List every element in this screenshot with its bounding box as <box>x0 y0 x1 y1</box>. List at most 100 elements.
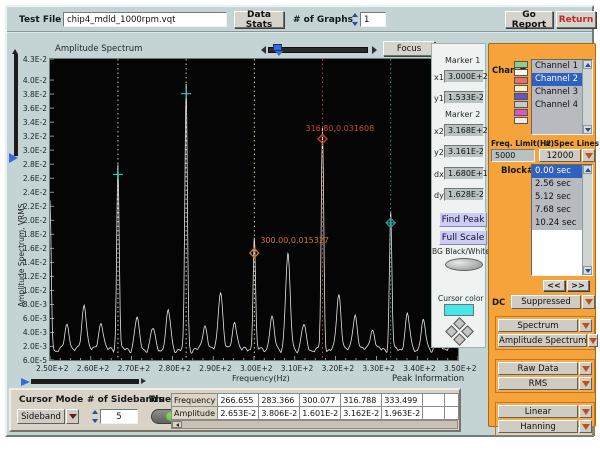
peak-table-cell: 3.806E-2 <box>259 407 300 420</box>
ring-hanning[interactable]: Hanning <box>498 420 592 433</box>
y2-value[interactable]: 3.161E-2 <box>444 145 484 158</box>
ring-dropdown-icon[interactable] <box>579 362 592 375</box>
x2-value[interactable]: 3.168E+2 <box>444 124 484 137</box>
sidebands-down-icon[interactable] <box>92 419 98 423</box>
peak-table-scroll-left-icon[interactable] <box>172 421 182 428</box>
bottom-bar: Cursor Mode Sideband # of Sidebands 5 Tr… <box>9 388 461 432</box>
block-item-1[interactable]: 2.56 sec <box>532 178 583 191</box>
app-window: Test File chip4_mdld_1000rpm.vqt Data St… <box>5 5 594 437</box>
channel-swatch-4[interactable] <box>514 93 528 100</box>
dx-value[interactable]: 1.680E+1 <box>444 167 484 180</box>
block-scrollbar[interactable] <box>582 165 592 275</box>
x-pan-right-icon[interactable] <box>141 378 146 384</box>
spec-lines-ring[interactable]: 12000 <box>539 149 595 162</box>
block-item-0[interactable]: 0.00 sec <box>532 165 583 178</box>
ring-amplitude-spectrum[interactable]: Amplitude Spectrum <box>498 334 592 347</box>
ring-value[interactable]: Raw Data <box>498 362 578 375</box>
channel-swatch-3[interactable] <box>514 85 528 92</box>
channel-item-2[interactable]: Channel 2 <box>532 73 583 86</box>
ring-group-0: Spectrum Amplitude Spectrum <box>495 316 595 350</box>
block-item-3[interactable]: 7.68 sec <box>532 204 583 217</box>
ring-linear[interactable]: Linear <box>498 405 592 418</box>
cursor-nav-pad[interactable] <box>447 319 473 345</box>
triangle-icon <box>582 424 590 430</box>
block-item-4[interactable]: 10.24 sec <box>532 217 583 230</box>
peak-table-cell: 316.788 <box>341 394 382 407</box>
ring-rms[interactable]: RMS <box>498 377 592 390</box>
x-pan-track[interactable] <box>31 379 139 384</box>
x1-label: x1 <box>434 73 444 82</box>
triangle-icon <box>582 381 590 387</box>
plot-xlabel: Frequency(Hz) <box>232 374 290 383</box>
channel-listbox[interactable]: Channel 1Channel 2Channel 3Channel 4 <box>531 59 593 135</box>
channel-swatch-5[interactable] <box>514 101 528 108</box>
peak-table-cell: 1.601E-2 <box>300 407 341 420</box>
x-tick: 2.90E+2 <box>199 364 232 373</box>
channel-swatch-2[interactable] <box>514 77 528 84</box>
ring-dropdown-icon[interactable] <box>579 420 592 433</box>
channel-swatch-7[interactable] <box>514 117 528 124</box>
block-item-2[interactable]: 5.12 sec <box>532 191 583 204</box>
cursor-mode-ring[interactable]: Sideband <box>17 409 79 424</box>
x-tick: 2.50E+2 <box>36 364 69 373</box>
ring-dropdown-icon[interactable] <box>579 377 592 390</box>
y1-value[interactable]: 1.533E-2 <box>444 91 484 104</box>
channel-swatch-6[interactable] <box>514 109 528 116</box>
ring-value[interactable]: RMS <box>498 377 578 390</box>
marker1-title: Marker 1 <box>445 56 480 65</box>
dc-value[interactable]: Suppressed <box>511 295 581 309</box>
peak-table-cell: 300.077 <box>300 394 341 407</box>
sidebands-field[interactable]: 5 <box>100 409 138 424</box>
ring-value[interactable]: Hanning <box>498 420 578 433</box>
bg-blackwhite-toggle[interactable] <box>445 258 483 271</box>
cursor-color-swatch[interactable] <box>444 304 474 316</box>
ring-raw-data[interactable]: Raw Data <box>498 362 592 375</box>
block-scroll-up-icon[interactable] <box>583 165 592 174</box>
ring-value[interactable]: Amplitude Spectrum <box>498 334 587 347</box>
ring-value[interactable]: Spectrum <box>498 319 578 332</box>
spec-lines-value[interactable]: 12000 <box>539 149 581 162</box>
sidebands-up-icon[interactable] <box>92 410 98 414</box>
full-scale-button[interactable]: Full Scale <box>439 230 487 245</box>
ring-spectrum[interactable]: Spectrum <box>498 319 592 332</box>
peak-table-scrollbar[interactable] <box>171 420 458 429</box>
triangle-icon <box>582 366 590 372</box>
x1-value[interactable]: 3.000E+2 <box>444 70 484 83</box>
peak-table-cell <box>445 394 459 407</box>
channel-item-1[interactable]: Channel 1 <box>532 60 583 73</box>
peak-table-cell: 333.499 <box>382 394 423 407</box>
dc-ring[interactable]: Suppressed <box>511 295 595 309</box>
block-listbox[interactable]: 0.00 sec2.56 sec5.12 sec7.68 sec10.24 se… <box>531 164 593 276</box>
spec-lines-dropdown-icon[interactable] <box>582 149 595 162</box>
channel-scroll-up-icon[interactable] <box>583 60 592 69</box>
block-next-button[interactable]: >> <box>567 280 589 291</box>
x-pan-thumb[interactable] <box>21 378 30 386</box>
channel-item-4[interactable]: Channel 4 <box>532 99 583 112</box>
channel-swatch-1[interactable] <box>514 69 528 76</box>
cursor-mode-value[interactable]: Sideband <box>17 409 65 424</box>
y1-label: y1 <box>434 94 444 103</box>
find-peak-button[interactable]: Find Peak <box>439 212 487 227</box>
channel-swatch-0[interactable] <box>514 61 528 68</box>
dc-dropdown-icon[interactable] <box>582 295 595 309</box>
channel-scrollbar[interactable] <box>582 60 592 134</box>
x-pan-slider[interactable] <box>21 377 151 388</box>
block-scroll-down-icon[interactable] <box>583 266 592 275</box>
channel-item-3[interactable]: Channel 3 <box>532 86 583 99</box>
ring-dropdown-icon[interactable] <box>579 319 592 332</box>
cursor-mode-dropdown-icon[interactable] <box>66 409 79 424</box>
channel-scroll-down-icon[interactable] <box>583 125 592 134</box>
ring-value[interactable]: Linear <box>498 405 578 418</box>
block-prev-button[interactable]: << <box>543 280 565 291</box>
bg-toggle-label: BG Black/White <box>432 247 490 256</box>
ring-groups: Spectrum Amplitude Spectrum Raw Data RMS Lin… <box>495 316 595 445</box>
peak-table-cell <box>445 407 459 420</box>
sidebands-stepper[interactable] <box>91 409 99 424</box>
ring-dropdown-icon[interactable] <box>588 334 598 347</box>
freq-limit-value[interactable]: 5000 <box>491 149 535 162</box>
peak-table-cell <box>423 407 445 420</box>
dy-value[interactable]: 1.628E-2 <box>444 188 484 201</box>
triangle-icon <box>589 338 597 344</box>
dx-label: dx <box>434 170 444 179</box>
ring-dropdown-icon[interactable] <box>579 405 592 418</box>
